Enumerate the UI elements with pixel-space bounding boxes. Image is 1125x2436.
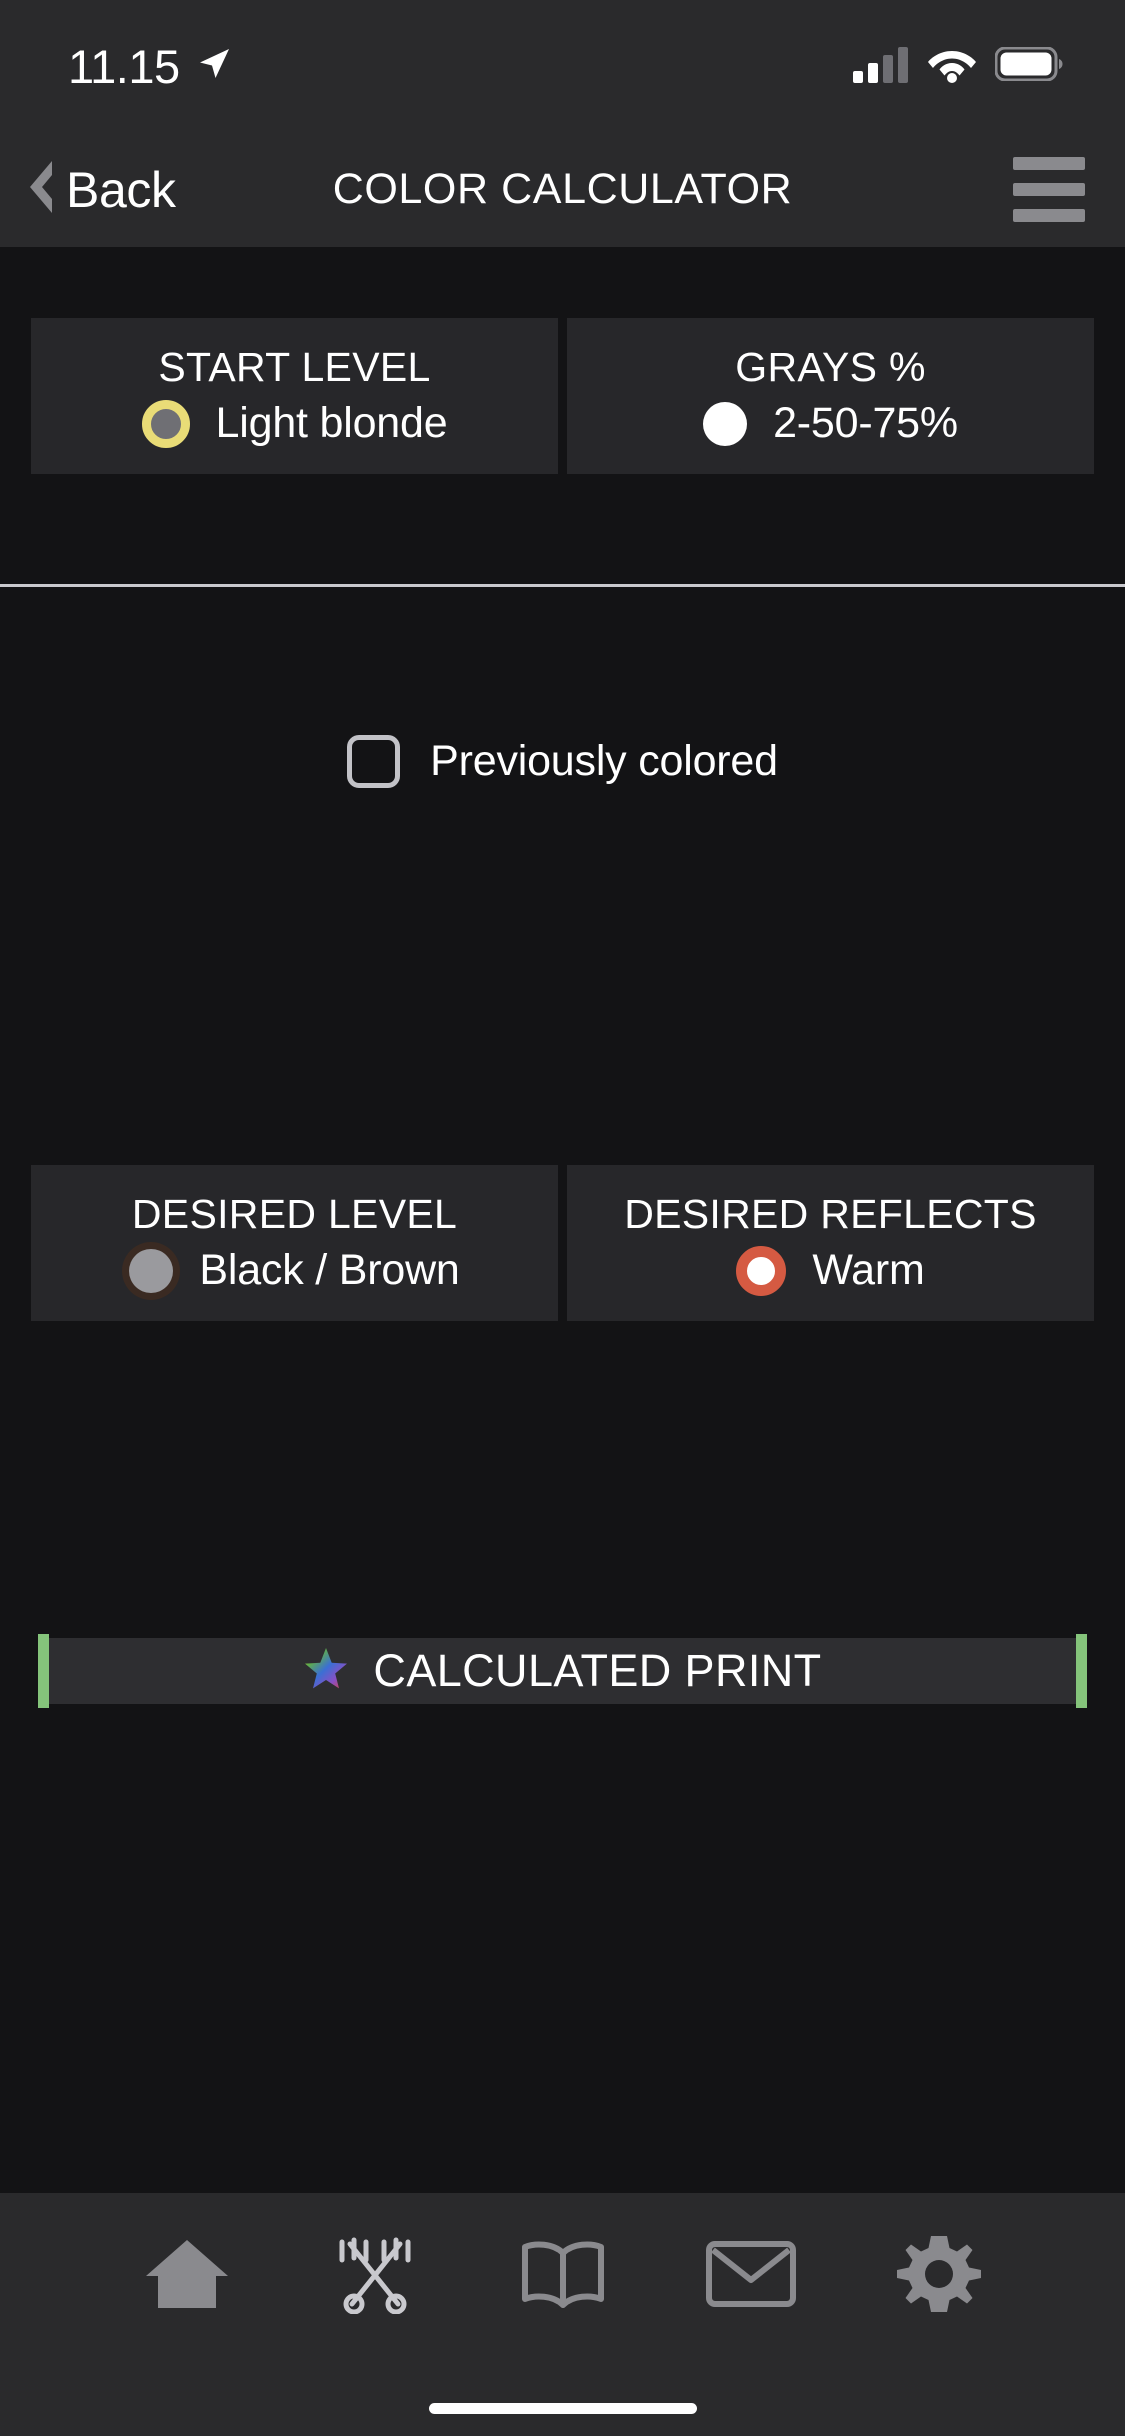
tab-settings[interactable] [874,2221,1004,2331]
wifi-icon [927,45,977,88]
grays-percent-value-row: 2-50-75% [703,399,958,448]
start-level-card[interactable]: START LEVEL Light blonde [31,318,558,474]
grays-percent-card[interactable]: GRAYS % 2-50-75% [567,318,1094,474]
desired-reflects-title: DESIRED REFLECTS [624,1190,1037,1237]
calc-edge-left [38,1634,49,1708]
previously-colored-label: Previously colored [430,737,778,785]
battery-icon [994,46,1063,86]
status-bar-left: 11.15 [68,43,232,90]
desired-level-card[interactable]: DESIRED LEVEL Black / Brown [31,1165,558,1321]
cellular-signal-icon [853,45,909,88]
color-swatch-icon [736,1245,787,1296]
color-swatch-icon [129,1248,174,1293]
tab-tools[interactable] [310,2221,440,2331]
calculated-print-label: CALCULATED PRINT [373,1645,822,1696]
location-arrow-icon [196,46,232,87]
desired-card-row: DESIRED LEVEL Black / Brown DESIRED REFL… [31,1165,1094,1321]
color-swatch-icon [141,399,190,448]
tab-bar [0,2193,1125,2436]
scissors-comb-icon [332,2234,418,2319]
app-screen: 11.15 Back COLOR CALCULATOR START LEVEL … [0,0,1125,2436]
mail-envelope-icon [705,2238,797,2315]
tab-book[interactable] [498,2221,628,2331]
grays-percent-title: GRAYS % [735,344,926,390]
tab-mail[interactable] [686,2221,816,2331]
desired-reflects-card[interactable]: DESIRED REFLECTS Warm [567,1165,1094,1321]
home-icon [142,2234,232,2319]
desired-level-value: Black / Brown [199,1246,460,1294]
start-card-row: START LEVEL Light blonde GRAYS % 2-50-75… [31,318,1094,474]
menu-line [1013,157,1085,170]
desired-level-value-row: Black / Brown [129,1246,460,1295]
start-level-title: START LEVEL [158,344,431,390]
calc-edge-right [1076,1634,1087,1708]
checkbox-unchecked-icon[interactable] [347,735,401,788]
desired-reflects-value-row: Warm [736,1245,925,1296]
desired-reflects-value: Warm [812,1246,925,1294]
open-book-icon [517,2237,609,2316]
calculated-print-button[interactable]: CALCULATED PRINT [38,1634,1087,1708]
previously-colored-row[interactable]: Previously colored [0,735,1125,788]
color-swatch-icon [703,401,748,446]
desired-level-title: DESIRED LEVEL [131,1191,458,1237]
status-bar: 11.15 [0,0,1125,132]
home-indicator [428,2403,697,2414]
calc-button-body[interactable]: CALCULATED PRINT [49,1638,1076,1704]
navigation-bar: Back COLOR CALCULATOR [0,132,1125,247]
menu-line [1013,209,1085,222]
start-level-value: Light blonde [215,399,448,447]
menu-line [1013,183,1085,196]
grays-percent-value: 2-50-75% [773,399,958,447]
page-title: COLOR CALCULATOR [332,165,793,213]
hamburger-menu-icon[interactable] [1013,157,1085,222]
status-time: 11.15 [68,39,180,93]
rainbow-star-icon [303,1646,349,1697]
tab-home[interactable] [122,2221,252,2331]
start-level-value-row: Light blonde [141,399,448,448]
status-bar-right [853,45,1063,88]
gear-icon [895,2230,983,2323]
section-divider [0,584,1125,587]
